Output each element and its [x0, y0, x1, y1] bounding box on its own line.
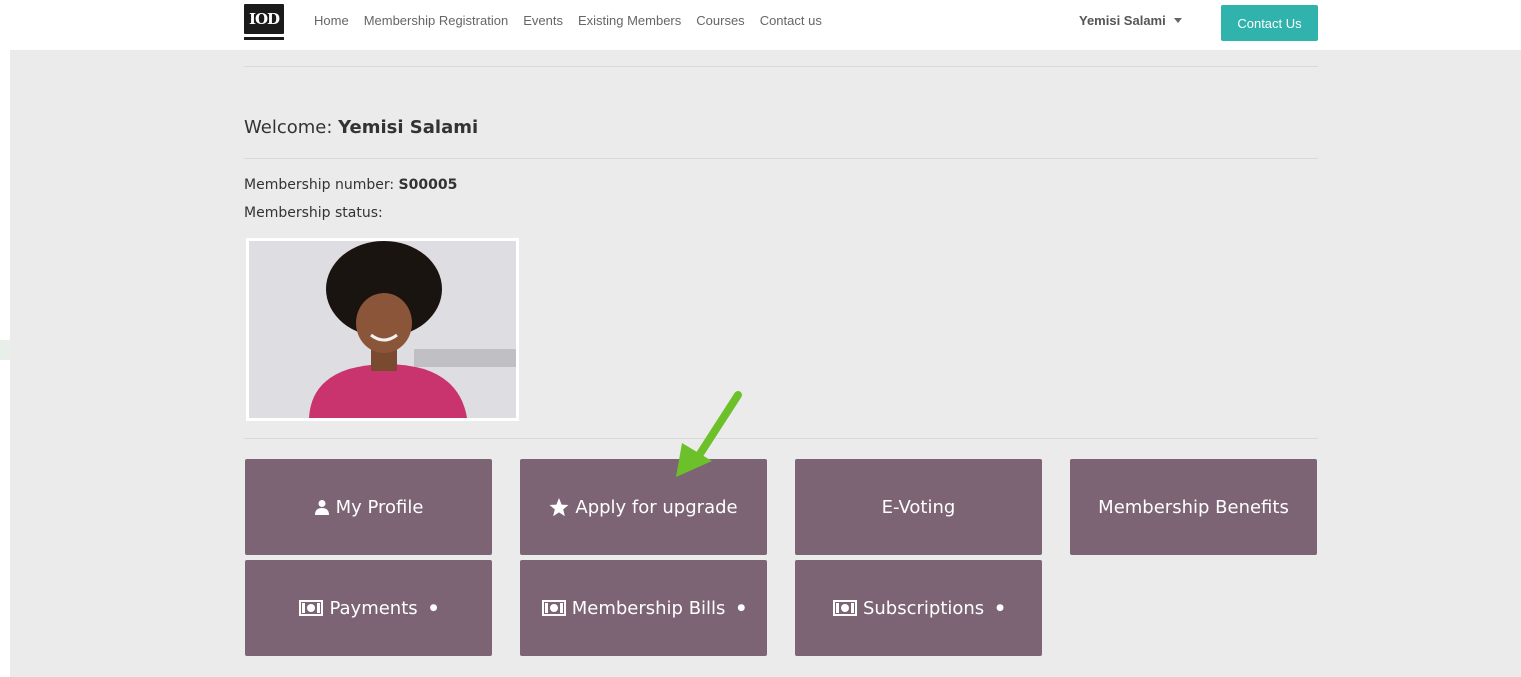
- logo-underline: [244, 37, 284, 40]
- divider: [244, 438, 1318, 439]
- my-profile-button[interactable]: My Profile: [245, 459, 492, 555]
- profile-photo-image: [249, 241, 516, 418]
- top-navbar: IOD Home Membership Registration Events …: [0, 0, 1521, 50]
- logo-mark: IOD: [244, 4, 284, 34]
- membership-benefits-button[interactable]: Membership Benefits: [1070, 459, 1317, 555]
- user-menu-dropdown[interactable]: Yemisi Salami: [1079, 13, 1182, 28]
- money-icon: [541, 600, 566, 616]
- membership-number-line: Membership number: S00005: [244, 177, 457, 193]
- subscriptions-badge: ●: [996, 603, 1005, 613]
- welcome-prefix: Welcome:: [244, 117, 333, 138]
- apply-for-upgrade-label: Apply for upgrade: [575, 496, 738, 518]
- welcome-heading: Welcome: Yemisi Salami: [244, 117, 478, 138]
- divider: [244, 66, 1318, 67]
- e-voting-button[interactable]: E-Voting: [795, 459, 1042, 555]
- divider: [244, 158, 1318, 159]
- arrow-annotation-icon: [676, 391, 742, 477]
- membership-status-line: Membership status:: [244, 205, 383, 221]
- contact-us-button[interactable]: Contact Us: [1221, 5, 1318, 41]
- nav-link-home[interactable]: Home: [314, 13, 349, 28]
- subscriptions-button[interactable]: Subscriptions ●: [795, 560, 1042, 656]
- user-icon: [314, 499, 330, 515]
- payments-badge: ●: [429, 603, 438, 613]
- my-profile-label: My Profile: [335, 496, 424, 518]
- membership-number-label: Membership number:: [244, 177, 395, 193]
- money-icon: [299, 600, 324, 616]
- nav-links: Home Membership Registration Events Exis…: [314, 13, 837, 28]
- avatar-illustration: [249, 241, 516, 418]
- nav-link-contact-us[interactable]: Contact us: [760, 13, 822, 28]
- membership-number-value: S00005: [398, 177, 458, 193]
- nav-link-existing-members[interactable]: Existing Members: [578, 13, 681, 28]
- profile-photo: [246, 238, 519, 421]
- welcome-user-name: Yemisi Salami: [338, 117, 479, 138]
- payments-button[interactable]: Payments ●: [245, 560, 492, 656]
- nav-link-courses[interactable]: Courses: [696, 13, 744, 28]
- money-icon: [832, 600, 857, 616]
- chevron-down-icon: [1173, 18, 1182, 23]
- user-name: Yemisi Salami: [1079, 13, 1166, 28]
- membership-bills-badge: ●: [737, 603, 746, 613]
- star-icon: [549, 497, 569, 517]
- membership-status-label: Membership status:: [244, 205, 383, 221]
- subscriptions-label: Subscriptions: [862, 597, 985, 619]
- membership-bills-button[interactable]: Membership Bills ●: [520, 560, 767, 656]
- site-logo[interactable]: IOD: [244, 4, 284, 40]
- membership-benefits-label: Membership Benefits: [1098, 496, 1289, 518]
- membership-bills-label: Membership Bills: [571, 597, 726, 619]
- decorative-edge: [0, 340, 10, 360]
- nav-link-membership-registration[interactable]: Membership Registration: [364, 13, 509, 28]
- nav-link-events[interactable]: Events: [523, 13, 563, 28]
- payments-label: Payments: [329, 597, 418, 619]
- e-voting-label: E-Voting: [881, 496, 956, 518]
